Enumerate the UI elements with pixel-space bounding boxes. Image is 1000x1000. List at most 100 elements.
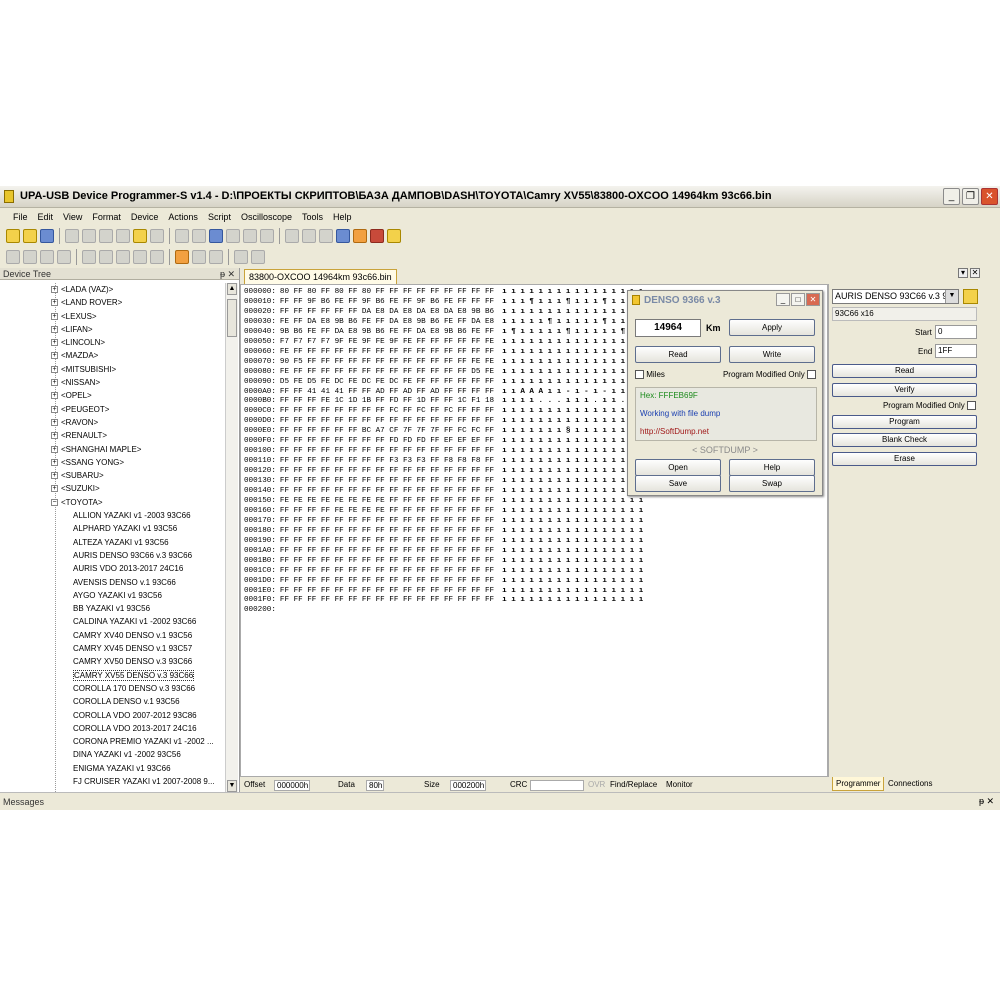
hex-row[interactable]: 0000E0: FF FF FF FF FF FF BC A7 CF 7F 7F …	[244, 426, 643, 436]
hex-ascii[interactable]: ı ı A A A ı ı - ı - ı - ı ı ı ı	[502, 388, 643, 396]
hex-row[interactable]: 000060: FE FF FF FF FF FF FF FF FF FF FF …	[244, 347, 643, 357]
script-icon[interactable]	[285, 229, 299, 243]
compare-icon[interactable]	[243, 229, 257, 243]
tree-model-item[interactable]: CALDINA YAZAKI v1 -2002 93C66	[0, 615, 226, 628]
tree-model-item[interactable]: CORONA PREMIO YAZAKI v1 -2002 ...	[0, 735, 226, 748]
offset-field[interactable]: 000000h	[274, 780, 310, 791]
hex-ascii[interactable]: ı ı ı ı ı ı ı ı ı ı ı ı ı ı ı ı	[502, 557, 643, 565]
calculator-icon[interactable]	[353, 229, 367, 243]
columns-icon[interactable]	[99, 250, 113, 264]
close-button[interactable]: ✕	[981, 188, 998, 205]
blank-check-button[interactable]: Blank Check	[832, 433, 977, 447]
hex-ascii[interactable]: ı ı ı ı ı ı ı ı ı ı ı ı ı ı ı ı	[502, 348, 643, 356]
replace-icon[interactable]	[192, 229, 206, 243]
expand-plus-icon[interactable]: +	[51, 286, 58, 293]
collapse-minus-icon[interactable]: −	[51, 498, 58, 506]
hex-row[interactable]: 0001E0: FF FF FF FF FF FF FF FF FF FF FF …	[244, 586, 643, 596]
chart-icon[interactable]	[209, 250, 223, 264]
menu-actions[interactable]: Actions	[163, 212, 203, 222]
tree-make-item[interactable]: + <RAVON>	[0, 416, 226, 429]
hex-bytes[interactable]: FF FF FF FF FF FF FF FF FF FF FF FF FF F…	[280, 577, 494, 585]
tree-make-item[interactable]: + <MAZDA>	[0, 349, 226, 362]
hex-bytes[interactable]: FF FF FF FF FF FF FF FF FF FF FF FF FF F…	[280, 587, 494, 595]
hex-ascii[interactable]: ı ¶ ı ı ı ı ı ¶ ı ı ı ı ı ¶ ı ı	[502, 328, 643, 336]
hex-bytes[interactable]: FF FF FF FF FF FF FF FF FF FF FF FF FF F…	[280, 417, 494, 425]
chip-icon[interactable]	[336, 229, 350, 243]
bug-icon[interactable]	[370, 229, 384, 243]
hex-row[interactable]: 000080: FE FF FF FF FF FF FF FF FF FF FF …	[244, 367, 643, 377]
hex-ascii[interactable]: ı ı ı ı ı ı ı ı ı ı ı ı ı ı ı ı	[502, 567, 643, 575]
read-km-button[interactable]: Read	[635, 346, 721, 363]
hex-ascii[interactable]: ı ı ı ı ı ı ı ı ı ı ı ı ı ı ı ı	[502, 487, 643, 495]
hex-row[interactable]: 000020: FF FF FF FF FF FF DA E8 DA E8 DA …	[244, 307, 643, 317]
hex-ascii[interactable]: ı ı ı ı ı ı ı ı ı ı ı ı ı ı ı ı	[502, 547, 643, 555]
tree-model-item[interactable]: AURIS VDO 2013-2017 24C16	[0, 562, 226, 575]
add-icon[interactable]	[6, 250, 20, 264]
tree-make-item[interactable]: + <LAND ROVER>	[0, 296, 226, 309]
dialog-maximize-button[interactable]: □	[791, 293, 805, 306]
play-icon[interactable]	[234, 250, 248, 264]
hex-ascii[interactable]: ı ı ı ı ı ı ı ı ı ı ı ı ı ı ı ı	[502, 537, 643, 545]
arrow-left-icon[interactable]	[40, 250, 54, 264]
monitor-tab[interactable]: Monitor	[666, 778, 693, 792]
scroll-thumb[interactable]	[227, 299, 237, 337]
dialog-modified-checkbox[interactable]	[807, 370, 816, 380]
write-km-button[interactable]: Write	[729, 346, 815, 363]
expand-plus-icon[interactable]: +	[51, 352, 58, 360]
tree-model-item[interactable]: AVENSIS DENSO v.1 93C66	[0, 576, 226, 589]
hex-bytes[interactable]: FF FF FF FF FF FF BC A7 CF 7F 7F 7F FF F…	[280, 427, 494, 435]
expand-plus-icon[interactable]: +	[51, 339, 58, 347]
hex-ascii[interactable]: ı ı ı ı ı ı ı ı ı ı ı ı ı ı ı ı	[502, 467, 643, 475]
tree-model-item[interactable]: CAMRY XV45 DENSO v.1 93C57	[0, 642, 226, 655]
hex-ascii[interactable]: ı ı ı ı ı ı ı ı ı ı ı ı ı ı ı ı	[502, 507, 643, 515]
hex-bytes[interactable]: FF FF FF FF FE FE FE FE FF FF FF FF FF F…	[280, 507, 494, 515]
dialog-close-button[interactable]: ✕	[806, 293, 820, 306]
tree-model-item[interactable]: ALLION YAZAKI v1 -2003 93C66	[0, 509, 226, 522]
expand-plus-icon[interactable]: +	[51, 485, 58, 493]
save-disk-icon[interactable]	[40, 229, 54, 243]
hex-ascii[interactable]: ı ı ı ı ı ı ı ı ı ı ı ı ı ı ı ı	[502, 596, 643, 604]
tree-make-item[interactable]: + <LIFAN>	[0, 323, 226, 336]
hex-row[interactable]: 0000B0: FF FF FF FE 1C 1D 1B FF FD FF 1D …	[244, 396, 643, 406]
hex-row[interactable]: 000040: 9B B6 FE FF DA E8 9B B6 FE FF DA …	[244, 327, 643, 337]
hex-row[interactable]: 000140: FF FF FF FF FF FF FF FF FF FF FF …	[244, 486, 643, 496]
swap-button[interactable]: Swap	[729, 475, 815, 492]
copy-icon[interactable]	[116, 229, 130, 243]
sigma-icon[interactable]	[387, 229, 401, 243]
hex-bytes[interactable]: FE FE FE FE FE FE FE FE FF FF FF FF FF F…	[280, 497, 494, 505]
hex-row[interactable]: 0000D0: FF FF FF FF FF FF FF FF FF FF FF …	[244, 416, 643, 426]
hex-row[interactable]: 0001C0: FF FF FF FF FF FF FF FF FF FF FF …	[244, 566, 643, 576]
hex-ascii[interactable]: ı ı ı ı ı ı ı ı ı ı ı ı ı ı ı ı	[502, 447, 643, 455]
hex-bytes[interactable]: FF FF FF FF FF FF DA E8 DA E8 DA E8 DA E…	[280, 308, 494, 316]
tree-model-item[interactable]: BB YAZAKI v1 93C56	[0, 602, 226, 615]
hex-ascii[interactable]: ı ı ı ı ı ı ı ı ı ı ı ı ı ı ı ¶	[502, 308, 643, 316]
stop-icon[interactable]	[251, 250, 265, 264]
hex-ascii[interactable]: ı ı ı ı ı ı ı ı ı ı ı ı ı ı ı ı	[502, 407, 643, 415]
tree-make-item[interactable]: + <SSANG YONG>	[0, 456, 226, 469]
program-button[interactable]: Program	[832, 415, 977, 429]
data-field[interactable]: 80h	[366, 780, 384, 791]
menu-tools[interactable]: Tools	[297, 212, 328, 222]
tree-model-item[interactable]: ENIGMA YAZAKI v1 93C66	[0, 762, 226, 775]
hex-bytes[interactable]: FF FF FF FF FF FF FF FF FF FF FF FF FF F…	[280, 467, 494, 475]
hex-row[interactable]: 0000C0: FF FF FF FF FF FF FF FF FC FF FC …	[244, 406, 643, 416]
device-info-icon[interactable]	[963, 289, 978, 304]
end-input[interactable]: 1FF	[935, 344, 977, 358]
hex-row[interactable]: 000160: FF FF FF FF FE FE FE FE FF FF FF …	[244, 506, 643, 516]
tree-model-item[interactable]: ALTEZA YAZAKI v1 93C56	[0, 536, 226, 549]
hex-row[interactable]: 000190: FF FF FF FF FF FF FF FF FF FF FF …	[244, 536, 643, 546]
hex-bytes[interactable]: FF FF FF FF FF FF FF FF FF FF FF FF FF F…	[280, 557, 494, 565]
expand-plus-icon[interactable]: +	[51, 365, 58, 373]
tree-make-item[interactable]: + <SUZUKI>	[0, 482, 226, 495]
menu-file[interactable]: File	[8, 212, 33, 222]
hex-row[interactable]: 000110: FF FF FF FF FF FF FF FF F3 F3 F3 …	[244, 456, 643, 466]
menu-script[interactable]: Script	[203, 212, 236, 222]
tree-model-item[interactable]: COROLLA VDO 2013-2017 24C16	[0, 722, 226, 735]
crc-field[interactable]	[530, 780, 584, 791]
save-button[interactable]: Save	[635, 475, 721, 492]
list-icon[interactable]	[133, 250, 147, 264]
hex-ascii[interactable]: ı ı ı ı ı ı ı ı ı ı ı ı ı ı ı ı	[502, 378, 643, 386]
tab-list-icon[interactable]: ▾	[958, 268, 968, 278]
hex-bytes[interactable]: FE FF FF FF FF FF FF FF FF FF FF FF FF F…	[280, 368, 494, 376]
settings-icon[interactable]	[192, 250, 206, 264]
